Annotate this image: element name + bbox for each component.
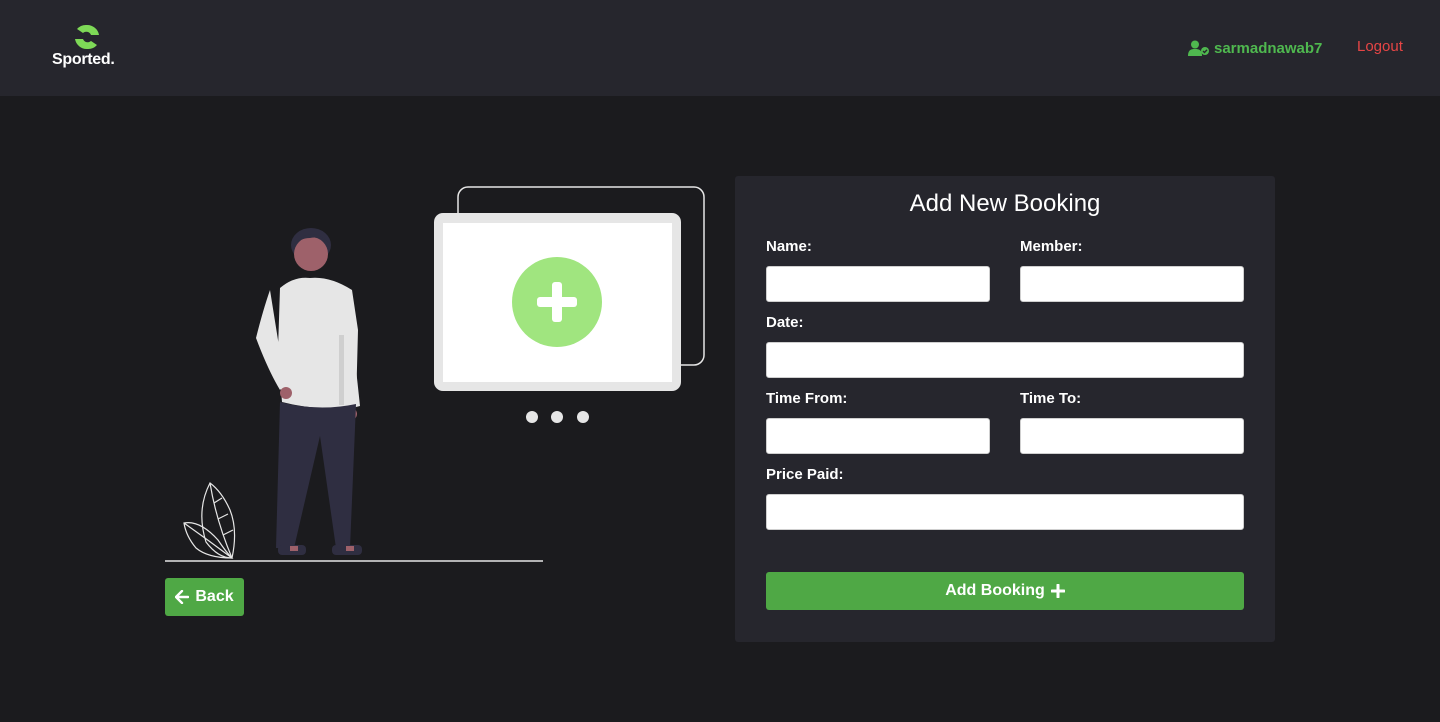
user-check-icon	[1188, 40, 1209, 56]
time-to-input[interactable]	[1020, 418, 1244, 454]
price-paid-input[interactable]	[766, 494, 1244, 530]
back-button-label: Back	[195, 588, 234, 605]
back-button[interactable]: Back	[165, 578, 244, 616]
member-input[interactable]	[1020, 266, 1244, 302]
plus-horizontal	[537, 297, 577, 307]
user-profile-link[interactable]: sarmadnawab7	[1188, 38, 1322, 58]
username: sarmadnawab7	[1214, 39, 1323, 57]
plant-outline	[183, 482, 236, 559]
plus-icon	[1050, 584, 1065, 598]
name-input[interactable]	[766, 266, 990, 302]
navbar: Sported. sarmadnawab7 Logout	[0, 0, 1440, 96]
member-label: Member:	[1020, 238, 1083, 255]
time-from-label: Time From:	[766, 390, 848, 407]
person-figure	[256, 228, 362, 555]
date-input[interactable]	[766, 342, 1244, 378]
date-label: Date:	[766, 314, 804, 331]
name-label: Name:	[766, 238, 812, 255]
dot-1	[526, 411, 538, 423]
brand-name: Sported.	[52, 51, 115, 68]
arrow-left-icon	[175, 590, 190, 604]
add-booking-illustration	[165, 186, 705, 562]
add-booking-button[interactable]: Add Booking	[766, 572, 1244, 610]
dot-3	[577, 411, 589, 423]
logout-link[interactable]: Logout	[1357, 38, 1403, 55]
time-to-label: Time To:	[1020, 390, 1082, 407]
brand-logo[interactable]: Sported.	[50, 22, 125, 72]
price-paid-label: Price Paid:	[766, 466, 844, 483]
add-booking-button-label: Add Booking	[945, 582, 1045, 599]
logo-icon	[75, 24, 99, 50]
time-from-input[interactable]	[766, 418, 990, 454]
add-booking-form: Add New Booking Name: Member: Date: Time…	[735, 176, 1275, 642]
form-title: Add New Booking	[909, 190, 1101, 217]
dot-2	[551, 411, 563, 423]
